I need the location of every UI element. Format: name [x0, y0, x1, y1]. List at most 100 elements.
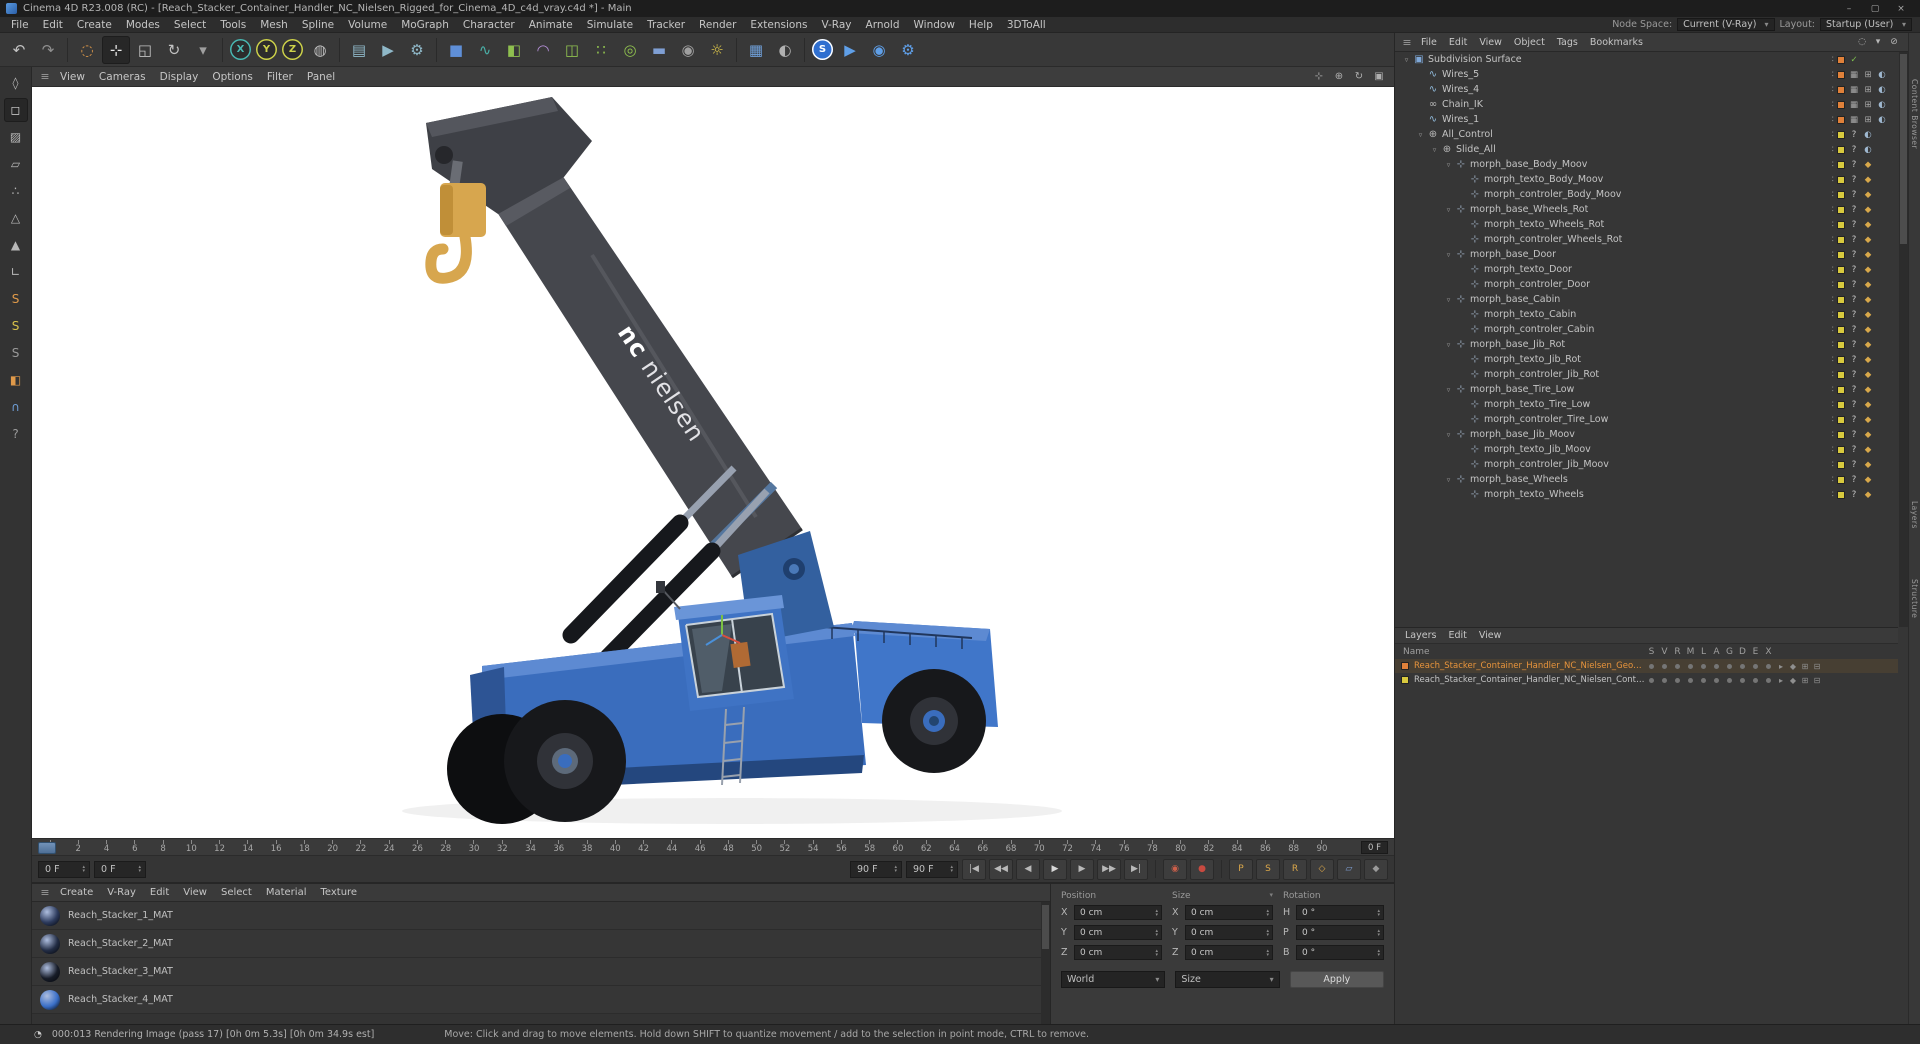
frame-tick[interactable]: 64 — [947, 840, 963, 855]
frame-tick[interactable]: 6 — [127, 840, 143, 855]
floor-icon[interactable]: ▬ — [645, 36, 673, 64]
om-filter-icon[interactable]: ▾ — [1870, 35, 1886, 50]
phong-tag-icon[interactable]: ◐ — [1876, 70, 1888, 80]
frame-tick[interactable]: 72 — [1060, 840, 1076, 855]
layer-toggle-g[interactable] — [1723, 674, 1736, 687]
maximize-button[interactable]: ▢ — [1862, 4, 1888, 14]
frame-tick[interactable]: 42 — [636, 840, 652, 855]
move-tool-icon[interactable]: ⊹ — [102, 35, 130, 64]
layer-color-chip[interactable] — [1837, 265, 1845, 274]
question-tag-icon[interactable]: ? — [1848, 355, 1860, 365]
rotate-view-icon[interactable]: ↻ — [1349, 68, 1369, 86]
record-pla-toggle[interactable]: ▱ — [1337, 858, 1361, 880]
visibility-dots[interactable]: ∶ — [1832, 85, 1834, 95]
tree-item[interactable]: ▿ ⊹ morph_base_Wheels ∶? ◆ — [1395, 472, 1898, 487]
question-tag-icon[interactable]: ? — [1848, 250, 1860, 260]
menu-tracker[interactable]: Tracker — [640, 19, 692, 31]
vray-render-icon[interactable]: ▶ — [836, 36, 864, 64]
menu-edit[interactable]: Edit — [143, 887, 176, 898]
question-tag-icon[interactable]: ? — [1848, 340, 1860, 350]
menu-edit[interactable]: Edit — [1442, 630, 1472, 641]
menu-modes[interactable]: Modes — [119, 19, 167, 31]
menu-simulate[interactable]: Simulate — [580, 19, 640, 31]
question-tag-icon[interactable]: ? — [1848, 130, 1860, 140]
phong-tag-icon[interactable]: ◐ — [1876, 115, 1888, 125]
instance-icon[interactable]: ◫ — [558, 36, 586, 64]
menu-window[interactable]: Window — [907, 19, 962, 31]
layer-toggle-a[interactable] — [1710, 660, 1723, 673]
key-tag-icon[interactable]: ◆ — [1862, 265, 1874, 275]
menu-tools[interactable]: Tools — [213, 19, 253, 31]
question-tag-icon[interactable]: ? — [1848, 325, 1860, 335]
layer-toggle-r[interactable] — [1671, 660, 1684, 673]
spinner-icon[interactable]: ▴ ▾ — [82, 865, 85, 874]
expand-caret-icon[interactable]: ▿ — [1401, 56, 1412, 64]
expand-caret-icon[interactable]: ▿ — [1415, 131, 1426, 139]
visibility-dots[interactable]: ∶ — [1832, 160, 1834, 170]
next-frame-button[interactable]: ▶ — [1070, 858, 1094, 880]
question-tag-icon[interactable]: ? — [1848, 265, 1860, 275]
layout-dropdown[interactable]: Startup (User) ▾ — [1820, 18, 1912, 31]
layer-color-chip[interactable] — [1837, 205, 1845, 214]
animation-play-icon[interactable]: ▸ — [1775, 676, 1787, 685]
go-to-end-button[interactable]: ▶| — [1124, 858, 1148, 880]
x-axis-lock-button[interactable]: X — [230, 39, 251, 60]
material-thumbnail[interactable] — [40, 933, 60, 954]
coordinate-system-dropdown[interactable]: World ▾ — [1061, 971, 1166, 988]
visibility-dots[interactable]: ∶ — [1832, 340, 1834, 350]
frame-tick[interactable]: 90 — [1314, 840, 1330, 855]
coordinate-input[interactable]: 0 cm ▴ ▾ — [1074, 925, 1162, 940]
start-frame-field[interactable]: 0 F ▴ ▾ — [94, 860, 146, 878]
key-tag-icon[interactable]: ◆ — [1862, 220, 1874, 230]
layer-toggle-e[interactable] — [1749, 660, 1762, 673]
frame-tick[interactable]: 52 — [777, 840, 793, 855]
frame-tick[interactable]: 60 — [890, 840, 906, 855]
layer-toggle-m[interactable] — [1684, 674, 1697, 687]
tree-item[interactable]: ▿ ⊹ morph_base_Jib_Rot ∶? ◆ — [1395, 337, 1898, 352]
frame-tick[interactable]: 12 — [212, 840, 228, 855]
key-tag-icon[interactable]: ◆ — [1862, 250, 1874, 260]
menu-display[interactable]: Display — [153, 71, 206, 83]
layer-color-chip[interactable] — [1837, 175, 1845, 184]
menu-v-ray[interactable]: V-Ray — [100, 887, 143, 898]
frame-tick[interactable]: 48 — [720, 840, 736, 855]
live-selection-icon[interactable]: ◌ — [73, 36, 101, 64]
frame-tick[interactable]: 16 — [268, 840, 284, 855]
coordinate-input[interactable]: 0 cm ▴ ▾ — [1185, 905, 1273, 920]
tree-item[interactable]: ⊹ morph_controler_Door ∶? ◆ — [1395, 277, 1898, 292]
expand-caret-icon[interactable]: ▿ — [1443, 161, 1454, 169]
expand-caret-icon[interactable]: ▿ — [1443, 296, 1454, 304]
menu-object[interactable]: Object — [1508, 37, 1551, 48]
menu-tags[interactable]: Tags — [1551, 37, 1584, 48]
menu-create[interactable]: Create — [53, 887, 100, 898]
current-frame-knob[interactable] — [38, 842, 56, 854]
material-item[interactable]: Reach_Stacker_4_MAT — [32, 986, 1041, 1014]
visibility-dots[interactable]: ∶ — [1832, 310, 1834, 320]
tree-item[interactable]: ▿ ⊕ All_Control ∶? ◐ — [1395, 127, 1898, 142]
menu-render[interactable]: Render — [692, 19, 743, 31]
spinner-icon[interactable]: ▴ ▾ — [1377, 948, 1380, 957]
key-tag-icon[interactable]: ◆ — [1862, 430, 1874, 440]
display-tag-icon[interactable]: ▦ — [1848, 70, 1860, 80]
tree-item[interactable]: ▿ ⊹ morph_base_Jib_Moov ∶? ◆ — [1395, 427, 1898, 442]
key-tag-icon[interactable]: ◆ — [1862, 340, 1874, 350]
menu-layers[interactable]: Layers — [1910, 501, 1919, 529]
frame-tick[interactable]: 24 — [381, 840, 397, 855]
render-settings-icon[interactable]: ⚙ — [403, 36, 431, 64]
material-item[interactable]: Reach_Stacker_1_MAT — [32, 902, 1041, 930]
display-mode-icon[interactable]: ▦ — [742, 36, 770, 64]
expand-caret-icon[interactable]: ▿ — [1443, 476, 1454, 484]
question-tag-icon[interactable]: ? — [1848, 145, 1860, 155]
menu-structure[interactable]: Structure — [1910, 579, 1919, 618]
key-tag-icon[interactable]: ◆ — [1862, 310, 1874, 320]
visibility-dots[interactable]: ∶ — [1832, 250, 1834, 260]
question-tag-icon[interactable]: ? — [1848, 280, 1860, 290]
layer-color-chip[interactable] — [1837, 415, 1845, 424]
frame-tick[interactable]: 4 — [99, 840, 115, 855]
menu-panel[interactable]: Panel — [300, 71, 342, 83]
panel-menu-icon[interactable]: ≡ — [1399, 36, 1415, 49]
coordinate-input[interactable]: 0 cm ▴ ▾ — [1185, 945, 1273, 960]
tree-item[interactable]: ▿ ⊹ morph_base_Wheels_Rot ∶? ◆ — [1395, 202, 1898, 217]
frame-tick[interactable]: 66 — [975, 840, 991, 855]
layer-color-chip[interactable] — [1837, 385, 1845, 394]
